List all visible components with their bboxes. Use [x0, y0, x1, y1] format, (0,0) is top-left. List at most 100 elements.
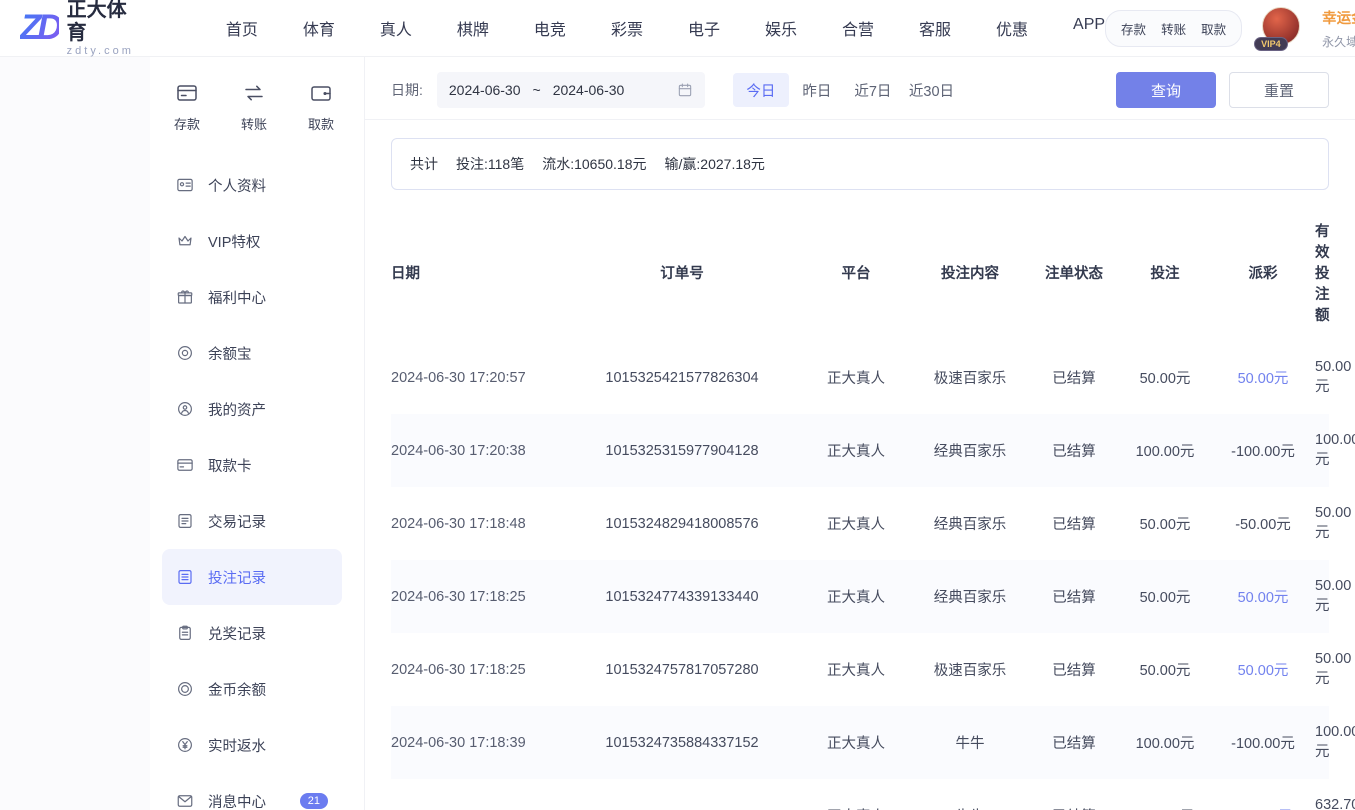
nav-item-slots[interactable]: 电子	[688, 16, 720, 40]
table-row: 2024-06-30 17:20:57 1015325421577826304 …	[391, 341, 1329, 414]
nav-item-esports[interactable]: 电竞	[534, 16, 566, 40]
nav-item-board[interactable]: 棋牌	[457, 16, 489, 40]
nav-item-support[interactable]: 客服	[919, 16, 951, 40]
sidebar-item-transactions[interactable]: 交易记录	[162, 493, 342, 549]
calendar-icon[interactable]	[677, 82, 693, 98]
clipboard-icon	[176, 624, 194, 642]
sidebar-item-messages[interactable]: 消息中心 21	[162, 773, 342, 810]
cell-date: 2024-06-30 17:18:25	[391, 560, 563, 633]
sidebar-item-label: 取款卡	[208, 455, 252, 476]
cell-content: 极速百家乐	[911, 341, 1029, 414]
cell-status: 已结算	[1029, 633, 1119, 706]
nav-item-lottery[interactable]: 彩票	[611, 16, 643, 40]
sidebar-item-redeem-records[interactable]: 兑奖记录	[162, 605, 342, 661]
date-to-value[interactable]: 2024-06-30	[553, 82, 625, 98]
cell-valid-bet: 50.00元	[1315, 633, 1329, 706]
range-yesterday[interactable]: 昨日	[789, 73, 845, 107]
sidebar-item-rebate[interactable]: 实时返水	[162, 717, 342, 773]
summary-winloss: 输/赢:2027.18元	[665, 154, 765, 174]
cell-bet: 100.00元	[1119, 706, 1211, 779]
nav-item-sports[interactable]: 体育	[303, 16, 335, 40]
sidebar-item-gold-balance[interactable]: 金币余额	[162, 661, 342, 717]
wallet-actions: 存款 转账 取款	[1105, 10, 1242, 47]
cell-bet: 50.00元	[1119, 633, 1211, 706]
nav-item-app[interactable]: APP	[1073, 16, 1105, 40]
cell-content: 经典百家乐	[911, 560, 1029, 633]
withdraw-icon	[309, 81, 333, 105]
cell-payout: -50.00元	[1211, 487, 1315, 560]
nav-item-live[interactable]: 真人	[380, 16, 412, 40]
cell-payout: 632.70元	[1211, 779, 1315, 810]
header-withdraw-button[interactable]: 取款	[1201, 19, 1226, 38]
filter-bar: 日期: 2024-06-30 ~ 2024-06-30 今日 昨日 近7日 近3…	[365, 57, 1355, 120]
table-row: 2024-06-30 17:18:25 1015324757817057280 …	[391, 633, 1329, 706]
range-today[interactable]: 今日	[733, 73, 789, 107]
nav-item-entertainment[interactable]: 娱乐	[765, 16, 797, 40]
cell-payout: 50.00元	[1211, 633, 1315, 706]
summary-turnover: 流水:10650.18元	[542, 154, 646, 174]
date-separator: ~	[533, 82, 541, 98]
cell-platform: 正大真人	[801, 487, 911, 560]
col-status: 注单状态	[1029, 202, 1119, 341]
crown-icon	[176, 232, 194, 250]
sidebar-item-label: VIP特权	[208, 231, 260, 252]
nav-item-affiliate[interactable]: 合营	[842, 16, 874, 40]
cell-valid-bet: 50.00元	[1315, 487, 1329, 560]
envelope-icon	[176, 792, 194, 810]
cell-order: 1015324829418008576	[563, 487, 801, 560]
message-count-badge: 21	[300, 793, 328, 809]
brand-logo[interactable]: ZD 正大体育 zdty.com	[20, 0, 134, 57]
cell-platform: 正大真人	[801, 414, 911, 487]
table-row: 2024-06-30 17:18:25 1015324774339133440 …	[391, 560, 1329, 633]
nav-item-home[interactable]: 首页	[226, 16, 258, 40]
quick-action-deposit[interactable]: 存款	[174, 81, 200, 133]
cell-content: 牛牛	[911, 779, 1029, 810]
range-7days[interactable]: 近7日	[845, 73, 901, 107]
username: 幸运金总	[1322, 7, 1355, 28]
quick-action-withdraw[interactable]: 取款	[308, 81, 334, 133]
nav-item-promo[interactable]: 优惠	[996, 16, 1028, 40]
permanent-domain-note: 永久域名: zdty.com 永	[1322, 33, 1355, 50]
sidebar-item-withdraw-card[interactable]: 取款卡	[162, 437, 342, 493]
quick-action-label: 存款	[174, 114, 200, 133]
reset-button[interactable]: 重置	[1229, 72, 1329, 108]
cell-date: 2024-06-30 17:18:48	[391, 487, 563, 560]
main-nav: 首页 体育 真人 棋牌 电竞 彩票 电子 娱乐 合营 客服 优惠 APP	[226, 16, 1105, 40]
sidebar-item-vip[interactable]: VIP特权	[162, 213, 342, 269]
sidebar-item-yuebao[interactable]: 余额宝	[162, 325, 342, 381]
brand-domain: zdty.com	[67, 45, 134, 58]
col-bet: 投注	[1119, 202, 1211, 341]
date-label: 日期:	[391, 80, 423, 100]
sidebar-item-label: 福利中心	[208, 287, 266, 308]
query-button[interactable]: 查询	[1116, 72, 1216, 108]
summary-bets: 投注:118笔	[456, 154, 524, 174]
cell-date: 2024-06-30 17:18:39	[391, 706, 563, 779]
sidebar-item-profile[interactable]: 个人资料	[162, 157, 342, 213]
bet-records-table: 日期 订单号 平台 投注内容 注单状态 投注 派彩 有效投注额 2024-06-…	[391, 202, 1329, 810]
quick-action-transfer[interactable]: 转账	[241, 81, 267, 133]
sidebar-item-label: 兑奖记录	[208, 623, 266, 644]
coin-icon	[176, 344, 194, 362]
cell-valid-bet: 100.00元	[1315, 706, 1329, 779]
sidebar-item-label: 我的资产	[208, 399, 266, 420]
cell-status: 已结算	[1029, 414, 1119, 487]
brand-name: 正大体育	[67, 0, 134, 45]
header-transfer-button[interactable]: 转账	[1161, 19, 1186, 38]
sidebar-item-label: 交易记录	[208, 511, 266, 532]
col-platform: 平台	[801, 202, 911, 341]
sidebar: 存款 转账 取款 个人资料 VIP特权	[150, 57, 365, 810]
cell-platform: 正大真人	[801, 779, 911, 810]
summary-total-label: 共计	[410, 154, 438, 174]
header-account-area: 存款 转账 取款 VIP4 幸运金总 总资产: 永久域名: zdty.com 永	[1105, 7, 1355, 50]
yen-circle-icon	[176, 736, 194, 754]
date-range-picker[interactable]: 2024-06-30 ~ 2024-06-30	[437, 72, 705, 108]
sidebar-item-bet-records[interactable]: 投注记录	[162, 549, 342, 605]
date-from-value[interactable]: 2024-06-30	[449, 82, 521, 98]
sidebar-item-welfare[interactable]: 福利中心	[162, 269, 342, 325]
header-deposit-button[interactable]: 存款	[1121, 19, 1146, 38]
range-30days[interactable]: 近30日	[901, 73, 962, 107]
vip-badge: VIP4	[1254, 37, 1288, 51]
sidebar-item-assets[interactable]: 我的资产	[162, 381, 342, 437]
sidebar-item-label: 金币余额	[208, 679, 266, 700]
cell-status: 已结算	[1029, 706, 1119, 779]
